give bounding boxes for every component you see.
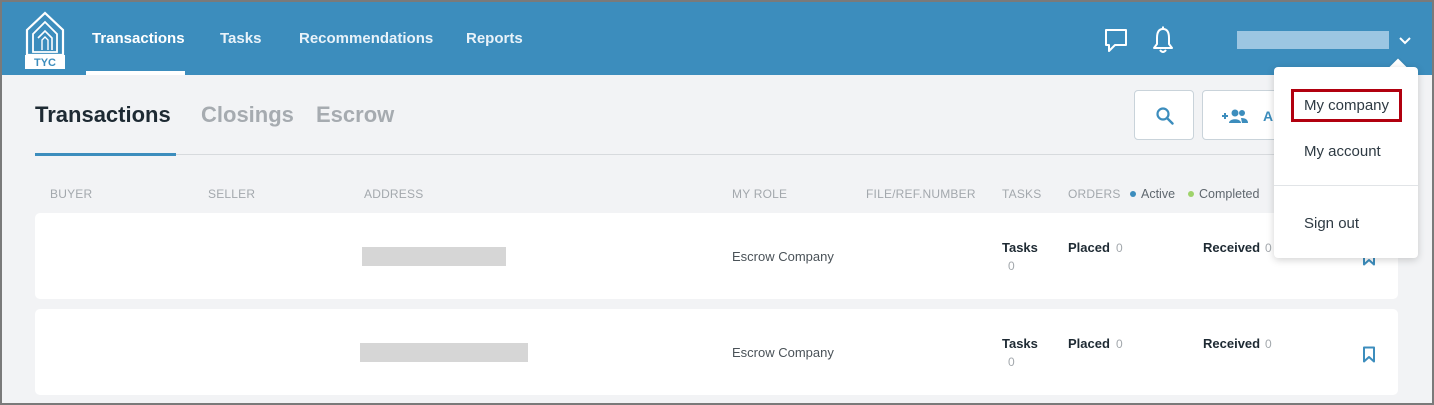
- chevron-down-icon[interactable]: [1398, 34, 1412, 48]
- nav-reports[interactable]: Reports: [466, 30, 523, 50]
- tasks-count: 0: [1008, 259, 1015, 273]
- tab-transactions[interactable]: Transactions: [35, 102, 171, 128]
- active-dot-icon: [1130, 190, 1136, 197]
- chat-icon[interactable]: [1103, 26, 1129, 54]
- menu-item-my-account[interactable]: My account: [1304, 143, 1381, 160]
- tab-active-underline: [35, 153, 176, 156]
- tasks-label: Tasks: [1002, 336, 1038, 351]
- nav-active-underline: [86, 71, 185, 75]
- menu-item-sign-out[interactable]: Sign out: [1304, 215, 1359, 232]
- search-icon: [1156, 107, 1174, 125]
- col-seller: SELLER: [208, 187, 256, 201]
- col-orders: ORDERS: [1068, 187, 1121, 201]
- tab-escrow[interactable]: Escrow: [316, 102, 394, 128]
- add-user-icon: [1222, 109, 1248, 123]
- placed-label: Placed: [1068, 336, 1110, 351]
- placed-count: 0: [1116, 337, 1123, 351]
- placed-count: 0: [1116, 241, 1123, 255]
- role-cell: Escrow Company: [732, 345, 834, 360]
- col-my-role: MY ROLE: [732, 187, 788, 201]
- tab-closings[interactable]: Closings: [201, 102, 294, 128]
- logo-text: TYC: [34, 57, 56, 69]
- highlight-box: [1291, 89, 1402, 122]
- placed-label: Placed: [1068, 240, 1110, 255]
- completed-dot-icon: [1188, 190, 1194, 197]
- table-row[interactable]: Escrow Company Tasks 0 Placed 0 Received…: [35, 309, 1398, 395]
- bell-icon[interactable]: [1150, 26, 1176, 54]
- legend-active: Active: [1130, 187, 1175, 201]
- tyc-logo[interactable]: TYC: [24, 10, 66, 70]
- nav-recommendations[interactable]: Recommendations: [299, 30, 433, 50]
- received-count: 0: [1265, 241, 1272, 255]
- role-cell: Escrow Company: [732, 249, 834, 264]
- address-placeholder: [362, 247, 506, 266]
- col-tasks: TASKS: [1002, 187, 1042, 201]
- legend-completed: Completed: [1188, 187, 1259, 201]
- received-count: 0: [1265, 337, 1272, 351]
- received-label: Received: [1203, 336, 1261, 351]
- tabs-divider: [35, 154, 1280, 155]
- col-file-ref: FILE/REF.NUMBER: [866, 187, 976, 201]
- col-buyer: BUYER: [50, 187, 93, 201]
- user-name-placeholder[interactable]: [1237, 31, 1389, 49]
- menu-divider: [1274, 185, 1418, 186]
- received-label: Received: [1203, 240, 1261, 255]
- table-row[interactable]: Escrow Company Tasks 0 Placed 0 Received…: [35, 213, 1398, 299]
- bookmark-icon[interactable]: [1362, 346, 1376, 363]
- nav-tasks[interactable]: Tasks: [220, 30, 261, 50]
- top-navigation-bar: TYC Transactions Tasks Recommendations R…: [2, 2, 1432, 75]
- nav-transactions[interactable]: Transactions: [92, 30, 185, 50]
- tasks-label: Tasks: [1002, 240, 1038, 255]
- add-button-label: A: [1263, 108, 1274, 124]
- search-button[interactable]: [1134, 90, 1194, 140]
- col-address: ADDRESS: [364, 187, 424, 201]
- address-placeholder: [360, 343, 528, 362]
- tasks-count: 0: [1008, 355, 1015, 369]
